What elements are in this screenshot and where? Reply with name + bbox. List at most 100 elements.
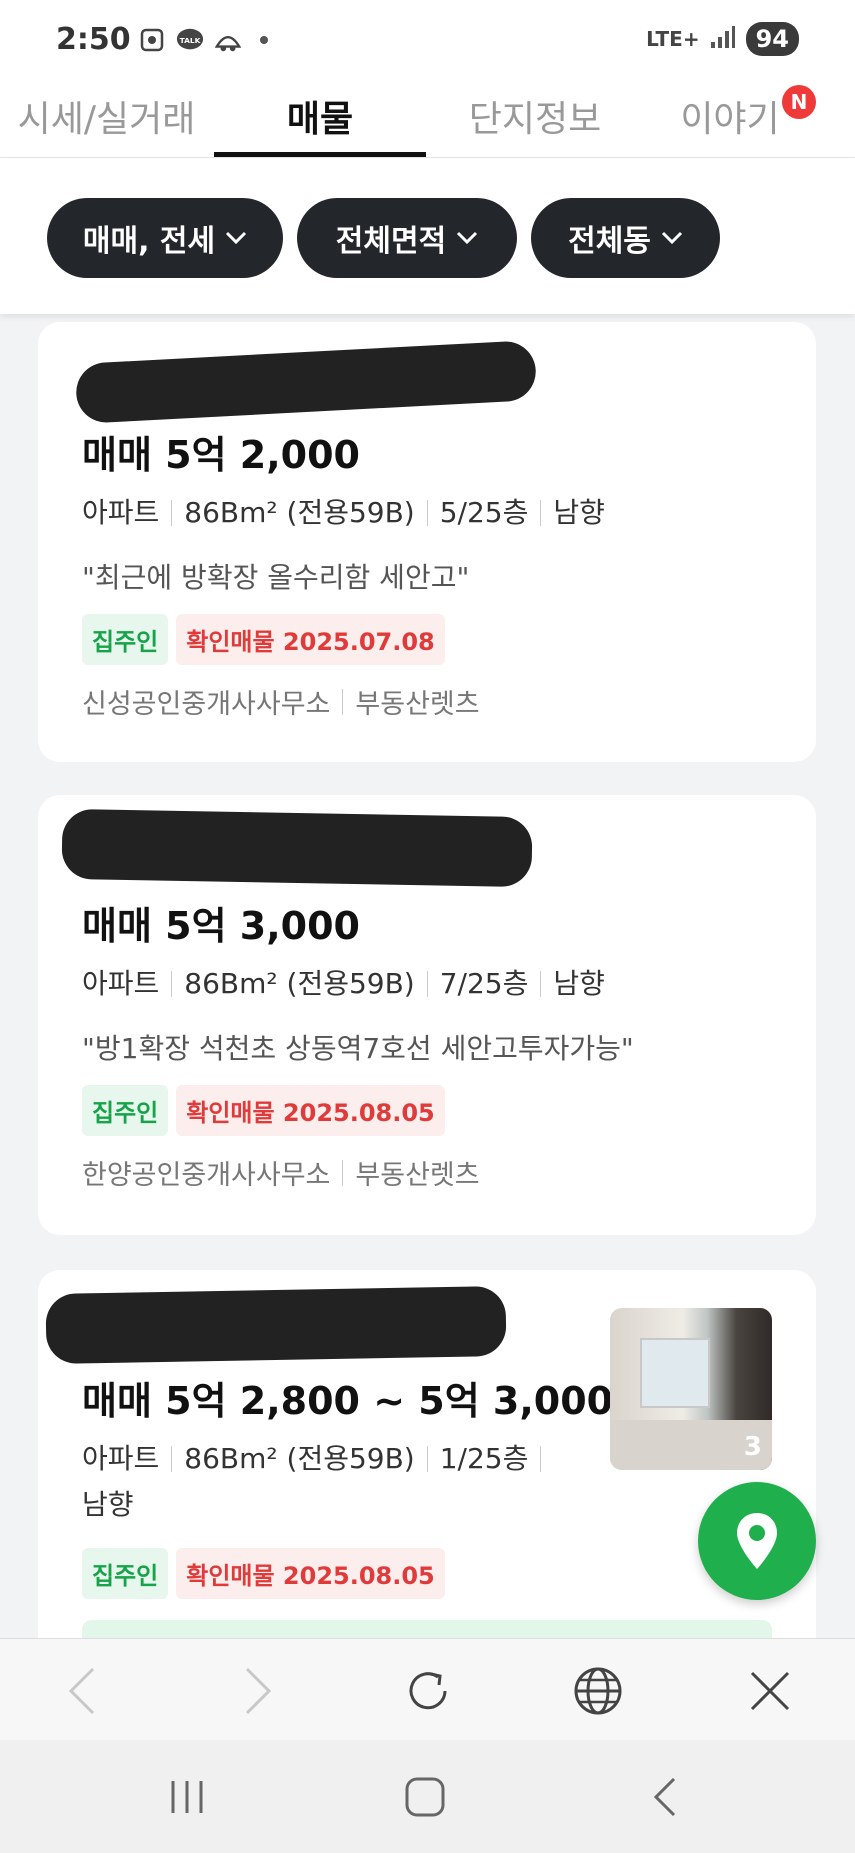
battery-indicator: 94: [745, 22, 799, 56]
talk-icon: TALK: [176, 26, 204, 54]
app-icon: [214, 26, 242, 54]
browser-refresh-button[interactable]: [400, 1663, 456, 1719]
property-direction: 남향: [82, 1488, 134, 1521]
divider: [426, 971, 428, 997]
back-icon: [68, 1667, 95, 1715]
filter-label: 전체면적: [335, 224, 447, 259]
forward-icon: [245, 1667, 272, 1715]
filter-trade-type[interactable]: 매매, 전세: [47, 198, 283, 278]
notification-icons: TALK: [138, 26, 268, 54]
listing-info: 아파트 86Bm² (전용59B) 5/25층 남향: [82, 490, 605, 536]
tab-price-history[interactable]: 시세/실거래: [14, 90, 199, 158]
property-direction: 남향: [553, 496, 605, 529]
divider: [342, 688, 344, 715]
active-tab-indicator: [214, 152, 426, 157]
listing-price: 매매 5억 3,000: [82, 904, 360, 948]
map-view-button[interactable]: [698, 1482, 816, 1600]
verified-tag: 확인매물 2025.07.08: [176, 614, 445, 665]
listing-agency: 신성공인중개사사무소 부동산렛츠: [82, 682, 480, 721]
divider: [540, 971, 542, 997]
system-back-button[interactable]: [640, 1772, 690, 1822]
filter-label: 매매, 전세: [82, 224, 216, 259]
property-type: 아파트: [82, 496, 160, 529]
listing-card[interactable]: 매매 5억 3,000 아파트 86Bm² (전용59B) 7/25층 남향 "…: [38, 795, 816, 1235]
location-pin-icon: [737, 1513, 777, 1569]
property-area: 86Bm² (전용59B): [184, 1442, 415, 1475]
new-badge: N: [782, 85, 816, 119]
listing-card[interactable]: 매매 5억 2,800 ~ 5억 3,000 아파트 86Bm² (전용59B)…: [38, 1270, 816, 1670]
tab-complex-info[interactable]: 단지정보: [440, 90, 630, 158]
redacted-title: [61, 808, 533, 888]
listing-source: 부동산렛츠: [355, 1160, 480, 1191]
svg-text:TALK: TALK: [180, 36, 201, 45]
filter-label: 전체동: [568, 224, 651, 259]
divider: [171, 971, 173, 997]
network-type: LTE+: [646, 27, 700, 51]
browser-language-button[interactable]: [570, 1663, 626, 1719]
property-type: 아파트: [82, 967, 160, 1000]
divider: [171, 1446, 173, 1472]
back-icon: [653, 1777, 676, 1817]
browser-close-button[interactable]: [742, 1663, 798, 1719]
home-icon: [405, 1777, 445, 1817]
verified-tag: 확인매물 2025.08.05: [176, 1548, 445, 1599]
listing-agency: 한양공인중개사사무소 부동산렛츠: [82, 1153, 480, 1192]
listing-photo[interactable]: 3: [610, 1308, 772, 1470]
close-icon: [750, 1671, 790, 1711]
listing-info: 아파트 86Bm² (전용59B) 7/25층 남향: [82, 961, 605, 1007]
recents-button[interactable]: [162, 1772, 212, 1822]
filter-bar: 매매, 전세 전체면적 전체동: [0, 158, 855, 314]
listing-price: 매매 5억 2,800 ~ 5억 3,000: [82, 1379, 614, 1423]
signal-icon: [710, 25, 736, 53]
verified-tag: 확인매물 2025.08.05: [176, 1085, 445, 1136]
browser-forward-button[interactable]: [230, 1663, 286, 1719]
owner-tag: 집주인: [82, 614, 169, 665]
redacted-title: [74, 340, 538, 424]
divider: [426, 500, 428, 526]
listing-info: 아파트 86Bm² (전용59B) 1/25층 남향: [82, 1436, 582, 1528]
browser-toolbar: [0, 1638, 855, 1740]
owner-tag: 집주인: [82, 1085, 169, 1136]
status-time: 2:50: [56, 22, 131, 57]
agency-name: 한양공인중개사사무소: [82, 1160, 331, 1191]
status-right: LTE+ 94: [646, 22, 799, 56]
property-type: 아파트: [82, 1442, 160, 1475]
property-area: 86Bm² (전용59B): [184, 496, 415, 529]
owner-tag: 집주인: [82, 1548, 169, 1599]
screenshot-icon: [138, 26, 166, 54]
filter-building[interactable]: 전체동: [531, 198, 720, 278]
home-button[interactable]: [400, 1772, 450, 1822]
listing-description: "방1확장 석천초 상동역7호선 세안고투자가능": [82, 1032, 634, 1065]
status-bar: 2:50 TALK LTE+ 94: [0, 0, 855, 80]
divider: [540, 1446, 542, 1472]
tab-listings[interactable]: 매물: [214, 90, 426, 158]
property-floor: 7/25층: [439, 967, 529, 1000]
divider: [426, 1446, 428, 1472]
property-area: 86Bm² (전용59B): [184, 967, 415, 1000]
divider: [342, 1159, 344, 1186]
globe-icon: [574, 1667, 622, 1715]
divider: [171, 500, 173, 526]
refresh-icon: [409, 1672, 447, 1710]
more-notifications-icon: [260, 36, 268, 44]
listing-card[interactable]: 매매 5억 2,000 아파트 86Bm² (전용59B) 5/25층 남향 "…: [38, 322, 816, 762]
listing-tags: 집주인 확인매물 2025.07.08: [82, 614, 445, 665]
chevron-down-icon: [226, 231, 247, 245]
browser-back-button[interactable]: [54, 1663, 110, 1719]
chevron-down-icon: [661, 231, 682, 245]
listing-description: "최근에 방확장 올수리함 세안고": [82, 561, 470, 594]
listing-tags: 집주인 확인매물 2025.08.05: [82, 1085, 445, 1136]
listing-tags: 집주인 확인매물 2025.08.05: [82, 1548, 445, 1599]
listing-price: 매매 5억 2,000: [82, 433, 360, 477]
tab-bar: 시세/실거래 매물 단지정보 이야기: [0, 80, 855, 158]
agency-name: 신성공인중개사사무소: [82, 689, 331, 720]
filter-area[interactable]: 전체면적: [297, 198, 517, 278]
property-direction: 남향: [553, 967, 605, 1000]
tab-stories[interactable]: 이야기: [670, 90, 790, 158]
photo-count: 3: [743, 1432, 762, 1462]
photo-window: [640, 1338, 710, 1408]
listing-source: 부동산렛츠: [355, 689, 480, 720]
property-floor: 5/25층: [439, 496, 529, 529]
property-floor: 1/25층: [439, 1442, 529, 1475]
chevron-down-icon: [457, 231, 478, 245]
